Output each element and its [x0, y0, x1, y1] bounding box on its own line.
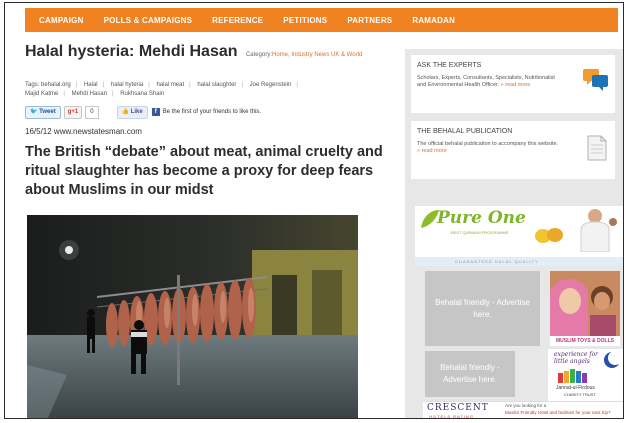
experience-title: experience for little angels — [554, 351, 599, 365]
tag-separator: | — [148, 82, 150, 88]
behalal-friendly-advert-1[interactable]: Behalal friendly - Advertise here. — [425, 271, 540, 346]
thumbs-up-icon: 👍 — [121, 108, 131, 115]
ask-experts-read-more[interactable]: » read more — [501, 82, 531, 88]
publication-text: The official behalal publication to acco… — [417, 141, 562, 155]
nav-item-reference[interactable]: REFERENCE — [212, 16, 263, 25]
article-category: Category:Home, Industry News UK & World — [246, 52, 362, 58]
document-icon — [587, 135, 607, 161]
jannat-name: Jannat-ul-Firdous — [556, 385, 595, 391]
publication-description: The official behalal publication to acco… — [417, 141, 559, 147]
tag-link[interactable]: Halal — [84, 82, 98, 88]
tag-link[interactable]: Joe Regenstein — [250, 82, 292, 88]
crescent-text: Are you looking for a — [505, 403, 547, 408]
pure-one-tagline: GUARANTEED HALAL QUALITY — [455, 259, 539, 264]
tag-link[interactable]: Mehdi Hasan — [72, 91, 107, 97]
tag-link[interactable]: behalal.org — [41, 82, 71, 88]
pure-one-product-icon — [535, 228, 563, 243]
article-title: Halal hysteria: Mehdi Hasan — [25, 43, 238, 60]
like-label: Like — [130, 108, 143, 115]
tweet-button[interactable]: 🐦 Tweet — [25, 105, 61, 119]
charity-trust-label: CHARITY TRUST — [564, 392, 596, 397]
muslim-toys-advert[interactable]: MUSLIM TOYS & DOLLS — [550, 271, 620, 346]
tag-separator: | — [296, 82, 298, 88]
nav-item-partners[interactable]: PARTNERS — [347, 16, 392, 25]
category-links[interactable]: Home, Industry News UK & World — [272, 52, 362, 58]
muslim-toys-photo — [550, 271, 620, 337]
tag-separator: | — [241, 82, 243, 88]
tag-link[interactable]: Majid Katme — [25, 91, 58, 97]
facebook-icon: f — [151, 108, 160, 116]
tweet-label: Tweet — [39, 108, 56, 115]
crescent-text-2: Muslim Friendly Hotel and facilities for… — [505, 410, 611, 415]
article-dateline: 16/5/12 www.newstatesman.com — [25, 127, 142, 136]
colorful-bars-icon — [558, 369, 587, 383]
browser-frame: CAMPAIGN POLLS & CAMPAIGNS REFERENCE PET… — [4, 2, 624, 419]
behalal-publication-box[interactable]: THE BEHALAL PUBLICATION The official beh… — [411, 121, 615, 179]
nav-item-ramadan[interactable]: RAMADAN — [412, 16, 455, 25]
publication-heading: THE BEHALAL PUBLICATION — [417, 128, 513, 135]
pure-one-banner-strip: GUARANTEED HALAL QUALITY — [415, 257, 623, 266]
twitter-bird-icon: 🐦 — [30, 108, 40, 115]
pure-one-subtitle: BEST QURBANI PROGRAMME — [451, 230, 509, 235]
article-tags: Tags: behalal.org | Halal | halal hyteria |… — [25, 81, 385, 99]
tag-link[interactable]: halal hyteria — [111, 82, 143, 88]
google-plus-count: 0 — [85, 105, 99, 119]
experience-for-little-angels-advert[interactable]: experience for little angels Jannat-ul-F… — [548, 349, 623, 401]
pure-one-title: Pure One — [437, 208, 526, 228]
speech-bubbles-icon — [583, 69, 608, 91]
tag-link[interactable]: halal slaughter — [197, 82, 236, 88]
top-navigation: CAMPAIGN POLLS & CAMPAIGNS REFERENCE PET… — [25, 8, 618, 32]
facebook-like-button[interactable]: 👍 Like — [116, 105, 148, 119]
tag-separator: | — [63, 91, 65, 97]
muslim-toys-label: MUSLIM TOYS & DOLLS — [550, 336, 620, 346]
tag-separator: | — [75, 82, 78, 88]
article-main: Halal hysteria: Mehdi Hasan Category:Hom… — [25, 43, 395, 418]
crescent-logo-text: CRESCENT — [427, 403, 489, 413]
pure-one-advert[interactable]: Pure One BEST QURBANI PROGRAMME GUARANTE… — [415, 206, 623, 266]
like-text: Be the first of your friends to like thi… — [162, 109, 262, 115]
nav-item-polls-campaigns[interactable]: POLLS & CAMPAIGNS — [104, 16, 193, 25]
article-photo-slaughterhouse — [27, 215, 358, 418]
crescent-moon-icon — [604, 351, 621, 368]
tag-separator: | — [111, 91, 114, 97]
ask-experts-description: Scholars, Experts, Consultants, Speciali… — [417, 75, 555, 88]
behalal-friendly-advert-2[interactable]: Behalal friendly - Advertise here. — [425, 351, 515, 397]
ask-experts-box[interactable]: ASK THE EXPERTS Scholars, Experts, Consu… — [411, 55, 615, 113]
google-plus-button[interactable]: g+1 — [63, 105, 83, 119]
ask-experts-text: Scholars, Experts, Consultants, Speciali… — [417, 75, 562, 89]
nav-item-campaign[interactable]: CAMPAIGN — [39, 16, 84, 25]
social-share-bar: 🐦 Tweet g+1 0 👍 Like f Be the first of y… — [25, 105, 261, 119]
tags-label: Tags: — [25, 82, 40, 88]
tag-link[interactable]: Rukhsana Shain — [120, 91, 164, 97]
tag-separator: | — [189, 82, 191, 88]
article-headline: The British “debate” about meat, animal … — [25, 144, 383, 198]
publication-read-more[interactable]: » read more — [417, 148, 447, 154]
crescent-subtitle: HOTELS RATING — [429, 414, 474, 419]
category-label: Category: — [245, 52, 272, 58]
ask-experts-heading: ASK THE EXPERTS — [417, 62, 482, 69]
google-plus-label: +1 — [71, 108, 79, 115]
tag-separator: | — [102, 82, 105, 88]
right-sidebar: ASK THE EXPERTS Scholars, Experts, Consu… — [405, 49, 623, 419]
article-title-row: Halal hysteria: Mehdi Hasan Category:Hom… — [25, 43, 395, 61]
tag-link[interactable]: halal meat — [156, 82, 184, 88]
slaughterhouse-image — [27, 215, 358, 418]
nav-item-petitions[interactable]: PETITIONS — [283, 16, 327, 25]
pure-one-doctor-icon — [580, 209, 617, 252]
crescent-hotels-advert[interactable]: CRESCENT HOTELS RATING Are you looking f… — [423, 401, 623, 419]
